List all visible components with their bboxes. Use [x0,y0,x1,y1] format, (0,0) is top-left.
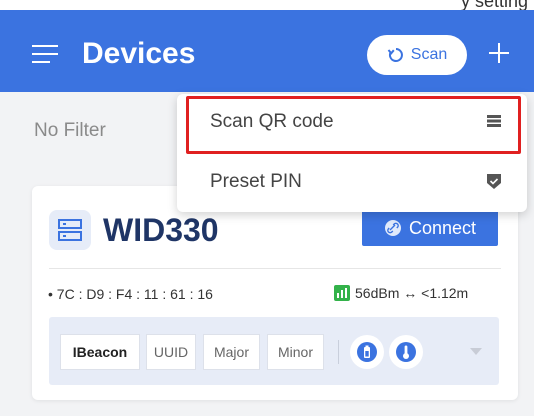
menu-item-preset-pin[interactable]: Preset PIN [177,154,527,212]
tag-minor[interactable]: Minor [267,334,324,370]
scan-button[interactable]: Scan [367,35,467,75]
temperature-icon[interactable] [389,335,423,369]
refresh-icon [387,48,403,62]
top-strip: y setting [0,0,534,11]
connect-button[interactable]: Connect [362,210,498,246]
connect-button-label: Connect [408,217,477,238]
tag-major[interactable]: Major [203,334,260,370]
page-title: Devices [82,37,196,70]
menu-icon[interactable] [32,43,58,65]
card-divider [49,268,501,269]
filter-label[interactable]: No Filter [34,120,106,142]
device-icon [49,210,91,250]
highlight-box [186,96,521,154]
mac-address: • 7C : D9 : F4 : 11 : 61 : 16 [48,286,213,302]
battery-icon[interactable] [350,335,384,369]
signal-icon [334,285,350,301]
scan-button-label: Scan [410,46,448,63]
shield-check-icon [487,174,501,189]
mac-address-value: 7C : D9 : F4 : 11 : 61 : 16 [56,286,213,302]
menu-item-label: Preset PIN [210,171,302,192]
tag-uuid[interactable]: UUID [146,334,196,370]
device-name: WID330 [103,212,219,248]
add-icon[interactable] [487,41,511,65]
chevron-down-icon[interactable] [470,348,482,355]
tag-separator [338,340,339,364]
link-icon [384,220,401,236]
signal-value: 56dBm ↔ <1.12m [355,285,469,301]
bullet: • [48,286,57,302]
tag-ibeacon[interactable]: IBeacon [60,334,140,370]
signal-info: 56dBm ↔ <1.12m [334,285,468,301]
